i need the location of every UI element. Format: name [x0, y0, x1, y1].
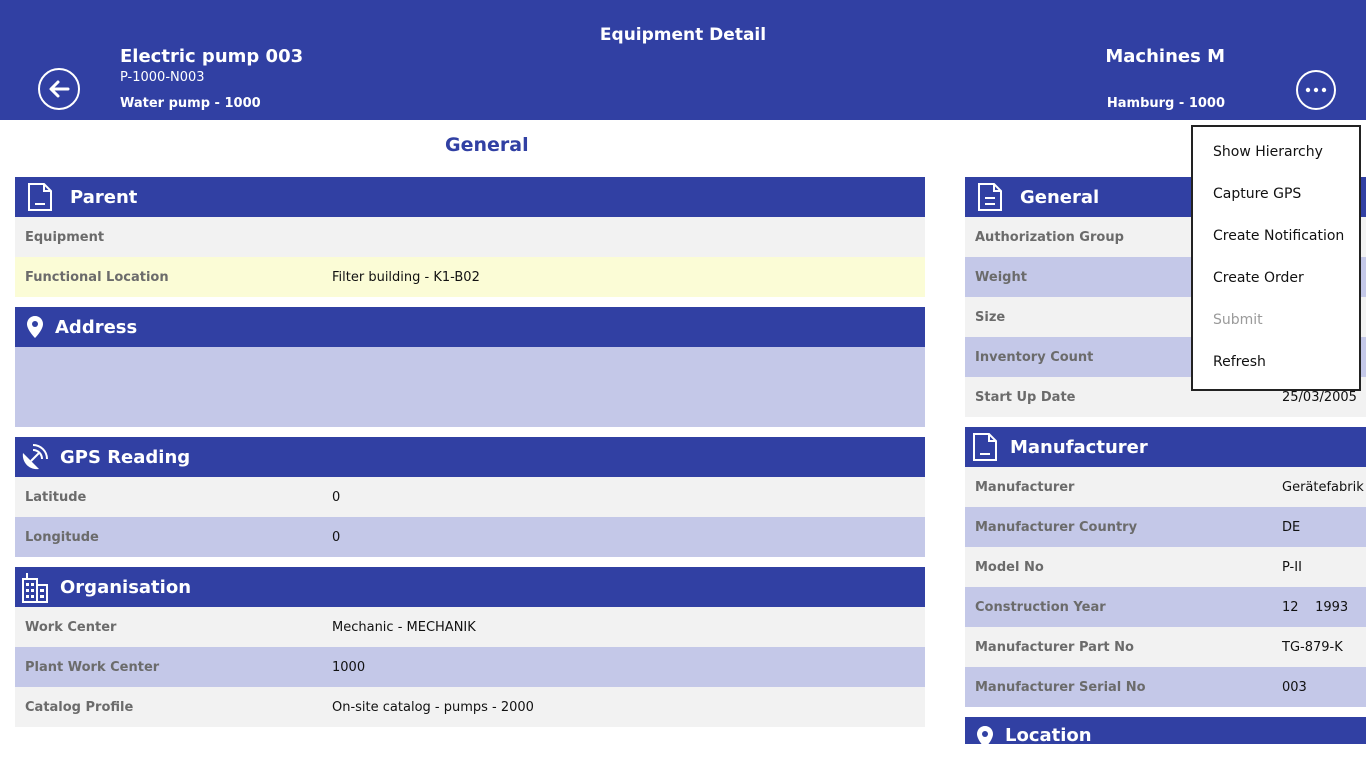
table-row: Catalog Profile On-site catalog - pumps …: [15, 687, 925, 727]
field-value: On-site catalog - pumps - 2000: [332, 699, 534, 715]
field-value: 25/03/2005: [1282, 389, 1357, 405]
menu-item-refresh[interactable]: Refresh: [1213, 354, 1266, 370]
field-label: Model No: [975, 559, 1044, 575]
field-value: 12 1993: [1282, 599, 1349, 615]
field-value: P-II: [1282, 559, 1302, 575]
building-icon: [15, 567, 55, 607]
more-options-button[interactable]: [1296, 70, 1336, 110]
app-header: Electric pump 003 P-1000-N003 Water pump…: [0, 0, 1366, 120]
field-label: Construction Year: [975, 599, 1106, 615]
field-label: Plant Work Center: [25, 659, 160, 675]
general-panel-title: General: [1020, 186, 1100, 208]
field-label: Manufacturer Serial No: [975, 679, 1146, 695]
field-label: Functional Location: [25, 269, 169, 285]
field-label: Manufacturer: [975, 479, 1075, 495]
table-row: Plant Work Center 1000: [15, 647, 925, 687]
map-pin-icon: [965, 717, 1005, 744]
plant-location: Hamburg - 1000: [1106, 96, 1225, 111]
menu-item-capture-gps[interactable]: Capture GPS: [1213, 186, 1301, 202]
document-icon: [965, 177, 1015, 217]
field-value: 1000: [332, 659, 366, 675]
field-label: Latitude: [25, 489, 87, 505]
page-title: Equipment Detail: [599, 25, 767, 45]
field-label: Size: [975, 309, 1006, 325]
address-content: [15, 347, 925, 427]
plant-name: Machines M: [1105, 46, 1225, 67]
table-row[interactable]: Functional Location Filter building - K1…: [15, 257, 925, 297]
field-value[interactable]: Filter building - K1-B02: [332, 270, 480, 285]
document-icon: [15, 177, 65, 217]
parent-panel-header: Parent: [15, 177, 925, 217]
field-label: Authorization Group: [975, 229, 1124, 245]
address-panel-title: Address: [55, 316, 138, 338]
table-row: Manufacturer Serial No 003: [965, 667, 1366, 707]
satellite-dish-icon: [15, 437, 55, 477]
field-value: TG-879-K: [1282, 639, 1343, 655]
back-arrow-icon: [49, 80, 70, 98]
field-label: Work Center: [25, 619, 117, 635]
equipment-name: Electric pump 003: [120, 46, 304, 67]
table-row: Equipment: [15, 217, 925, 257]
field-label: Manufacturer Part No: [975, 639, 1134, 655]
field-value: 0: [332, 529, 341, 545]
table-row: Longitude 0: [15, 517, 925, 557]
equipment-type: Water pump - 1000: [120, 96, 261, 111]
field-label: Longitude: [25, 529, 99, 545]
field-value: 0: [332, 489, 341, 505]
field-value: Mechanic - MECHANIK: [332, 619, 476, 635]
address-panel-header: Address: [15, 307, 925, 347]
field-value: Gerätefabrik: [1282, 479, 1364, 495]
field-label: Start Up Date: [975, 389, 1076, 405]
parent-panel-title: Parent: [70, 186, 138, 208]
field-label: Inventory Count: [975, 349, 1094, 365]
document-icon: [965, 427, 1005, 467]
organisation-panel-title: Organisation: [60, 576, 192, 598]
table-row: Work Center Mechanic - MECHANIK: [15, 607, 925, 647]
ellipsis-icon: [1305, 87, 1327, 93]
options-menu: Show Hierarchy Capture GPS Create Notifi…: [1191, 125, 1361, 391]
table-row: Construction Year 12 1993: [965, 587, 1366, 627]
field-label: Weight: [975, 269, 1027, 285]
table-row: Manufacturer Part No TG-879-K: [965, 627, 1366, 667]
location-panel-header: Location: [965, 717, 1366, 744]
table-row: Manufacturer Country DE: [965, 507, 1366, 547]
table-row: Manufacturer Gerätefabrik: [965, 467, 1366, 507]
map-pin-icon: [15, 307, 55, 347]
menu-item-create-notification[interactable]: Create Notification: [1213, 228, 1344, 244]
menu-item-create-order[interactable]: Create Order: [1213, 270, 1304, 286]
field-label: Catalog Profile: [25, 699, 134, 715]
gps-panel-title: GPS Reading: [60, 446, 191, 468]
field-value: DE: [1282, 519, 1301, 535]
manufacturer-panel-header: Manufacturer: [965, 427, 1366, 467]
location-panel-title: Location: [1005, 725, 1092, 744]
table-row: Latitude 0: [15, 477, 925, 517]
equipment-id: P-1000-N003: [120, 70, 205, 85]
field-label: Manufacturer Country: [975, 519, 1138, 535]
manufacturer-panel-title: Manufacturer: [1010, 436, 1148, 458]
table-row: Model No P-II: [965, 547, 1366, 587]
field-label: Equipment: [25, 229, 105, 245]
organisation-panel-header: Organisation: [15, 567, 925, 607]
gps-panel-header: GPS Reading: [15, 437, 925, 477]
field-value: 003: [1282, 679, 1307, 695]
back-button[interactable]: [38, 68, 80, 110]
menu-item-submit[interactable]: Submit: [1213, 312, 1263, 328]
menu-item-show-hierarchy[interactable]: Show Hierarchy: [1213, 144, 1323, 160]
section-heading: General: [445, 134, 529, 156]
